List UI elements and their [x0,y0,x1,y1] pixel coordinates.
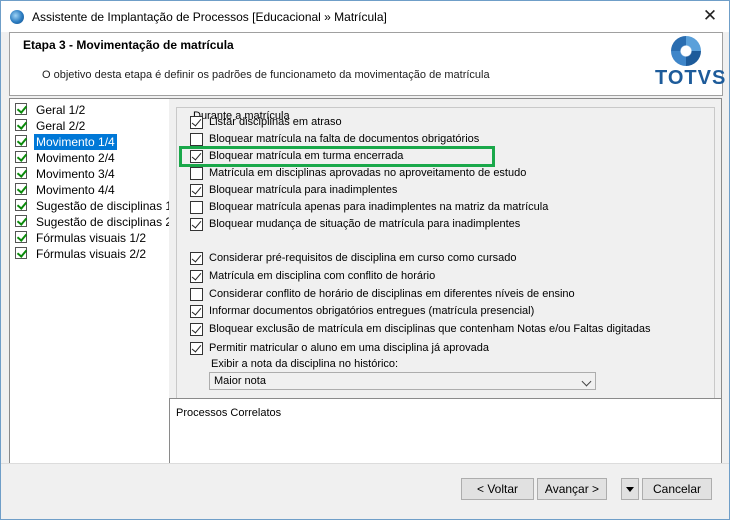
step-item-label: Movimento 1/4 [34,134,117,150]
option-label: Considerar pré-requisitos de disciplina … [209,252,517,264]
checkbox-icon [190,184,203,197]
option-label: Bloquear exclusão de matrícula em discip… [209,323,651,335]
option-label: Permitir matricular o aluno em uma disci… [209,342,490,354]
footer-divider [1,463,729,464]
history-grade-select[interactable]: Maior nota [209,372,596,390]
window-title: Assistente de Implantação de Processos [… [32,10,387,24]
option-label: Bloquear matrícula na falta de documento… [209,133,480,145]
option-label: Matrícula em disciplina com conflito de … [209,270,436,282]
check-icon [15,119,27,131]
totvs-logo-icon [671,36,701,66]
step-description: O objetivo desta etapa é definir os padr… [42,69,490,81]
back-button[interactable]: < Voltar [461,478,534,500]
history-grade-value: Maior nota [214,375,266,387]
option-label: Matrícula em disciplinas aprovadas no ap… [209,167,527,179]
check-icon [15,135,27,147]
checkbox-icon [190,323,203,336]
checkbox-icon [190,201,203,214]
checkbox-icon [190,270,203,283]
checkbox-icon [190,252,203,265]
dropdown-arrow-icon [626,487,634,493]
option-label: Informar documentos obrigatórios entregu… [209,305,535,317]
option-label: Listar disciplinas em atraso [209,116,342,128]
option-label: Considerar conflito de horário de discip… [209,288,575,300]
check-icon [15,103,27,115]
checkbox-icon [190,116,203,129]
app-logo-icon [10,10,24,24]
cancel-button[interactable]: Cancelar [642,478,712,500]
chevron-down-icon [581,376,592,387]
option-label: Bloquear mudança de situação de matrícul… [209,218,521,230]
checkbox-icon [190,342,203,355]
title-bar: Assistente de Implantação de Processos [… [1,1,729,32]
checkbox-icon [190,133,203,146]
check-icon [15,231,27,243]
option-label: Bloquear matrícula apenas para inadimple… [209,201,549,213]
step-item-label: Movimento 4/4 [36,183,115,197]
check-icon [15,167,27,179]
step-item-label: Movimento 2/4 [36,151,115,165]
check-icon [15,199,27,211]
history-caption: Exibir a nota da disciplina no histórico… [211,358,399,370]
step-item-label: Fórmulas visuais 1/2 [36,231,147,245]
wizard-window: Assistente de Implantação de Processos [… [0,0,730,520]
checkbox-icon [190,218,203,231]
highlight-box [179,146,495,167]
step-item-label: Geral 1/2 [36,103,86,117]
checkbox-icon [190,305,203,318]
close-icon[interactable]: ✕ [699,5,721,27]
step-title: Etapa 3 - Movimentação de matrícula [23,38,234,52]
next-button[interactable]: Avançar > [537,478,607,500]
check-icon [15,247,27,259]
checkbox-icon [190,167,203,180]
totvs-logo-text: TOTVS [655,67,727,89]
step-item-label: Sugestão de disciplinas 1/2 [36,199,183,213]
related-processes-panel: Processos Correlatos [169,398,722,464]
check-icon [15,151,27,163]
step-item-label: Fórmulas visuais 2/2 [36,247,147,261]
checkbox-icon [190,288,203,301]
step-item-label: Movimento 3/4 [36,167,115,181]
split-dropdown-button[interactable] [621,478,639,500]
steps-list: Geral 1/2 Geral 2/2 Movimento 1/4 Movime… [9,98,182,464]
related-processes-label: Processos Correlatos [176,407,282,419]
step-header: Etapa 3 - Movimentação de matrícula O ob… [9,32,727,96]
step-item-label: Geral 2/2 [36,119,86,133]
option-label: Bloquear matrícula para inadimplentes [209,184,398,196]
check-icon [15,215,27,227]
check-icon [15,183,27,195]
step-item-label: Sugestão de disciplinas 2/2 [36,215,183,229]
